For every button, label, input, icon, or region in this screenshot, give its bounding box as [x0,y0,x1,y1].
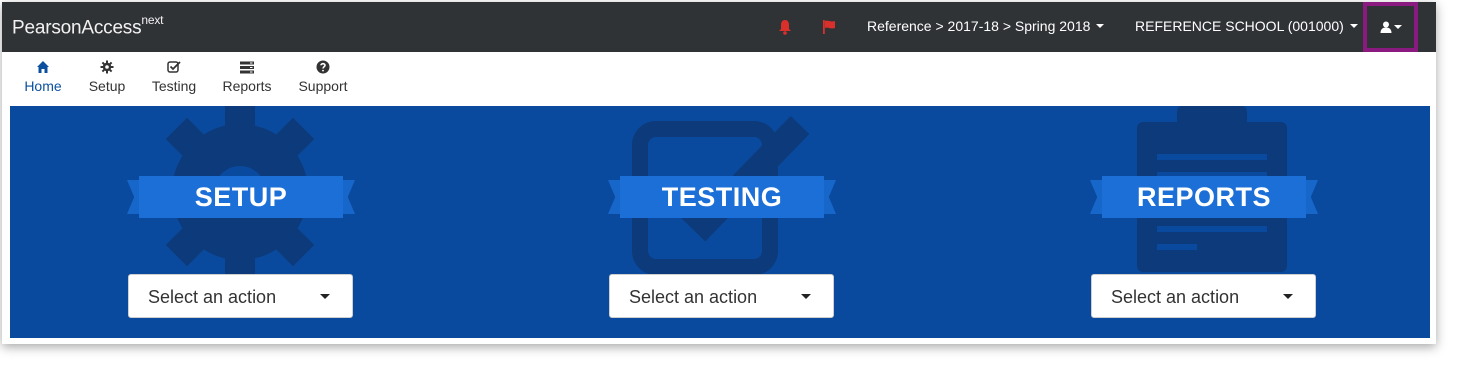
home-icon [37,61,49,73]
chevron-down-icon [1349,24,1358,29]
reports-ribbon: REPORTS [1090,176,1318,218]
chevron-down-icon [1394,25,1402,29]
reports-action-select[interactable]: Select an action [1091,274,1316,318]
brand-logo[interactable]: PearsonAccessnext [12,13,164,39]
context-dropdown[interactable]: Reference > 2017-18 > Spring 2018 [867,18,1105,34]
section-nav: Home Setup Testing Reports Support [2,52,1436,106]
nav-setup-label: Setup [88,78,126,94]
testing-ribbon: TESTING [608,176,836,218]
flag-icon[interactable] [822,19,836,35]
caret-down-icon [1283,294,1293,299]
reports-icon [240,61,254,74]
reports-action-label: Select an action [1111,287,1240,307]
nav-testing-label: Testing [151,78,197,94]
context-label: Reference > 2017-18 > Spring 2018 [867,18,1091,34]
testing-title: TESTING [620,176,824,218]
testing-action-label: Select an action [629,287,758,307]
brand-sup: next [141,13,164,27]
setup-action-select[interactable]: Select an action [128,274,353,318]
nav-support-label: Support [298,78,348,94]
gear-icon [100,60,114,74]
top-navbar: PearsonAccessnext Reference > 2017-18 > … [2,2,1436,52]
reports-title: REPORTS [1102,176,1306,218]
bell-icon[interactable] [778,19,792,35]
testing-action-select[interactable]: Select an action [609,274,834,318]
checkbox-icon [166,61,181,73]
user-icon [1380,21,1392,33]
brand-name: PearsonAccess [12,17,142,39]
nav-testing[interactable]: Testing [150,58,198,94]
caret-down-icon [801,294,811,299]
nav-home[interactable]: Home [23,58,63,94]
setup-action-label: Select an action [148,287,277,307]
nav-reports-label: Reports [222,78,272,94]
nav-setup[interactable]: Setup [87,58,127,94]
caret-down-icon [320,294,330,299]
question-icon [316,60,330,74]
nav-reports[interactable]: Reports [221,58,273,94]
hero-banner: SETUP Select an action TESTING Select an… [10,106,1430,338]
organization-label: REFERENCE SCHOOL (001000) [1135,18,1344,34]
organization-dropdown[interactable]: REFERENCE SCHOOL (001000) [1135,18,1358,34]
chevron-down-icon [1096,24,1105,29]
nav-support[interactable]: Support [297,58,349,94]
app-window: PearsonAccessnext Reference > 2017-18 > … [2,2,1436,344]
user-menu-button[interactable] [1363,2,1418,52]
setup-ribbon: SETUP [127,176,355,218]
nav-home-label: Home [24,78,62,94]
setup-title: SETUP [139,176,343,218]
